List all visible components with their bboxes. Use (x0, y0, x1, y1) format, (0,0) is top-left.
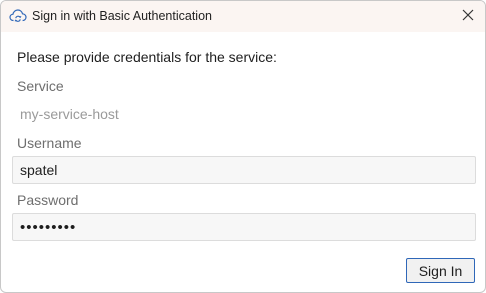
dialog-title: Sign in with Basic Authentication (32, 9, 212, 23)
cloud-sync-icon (9, 8, 27, 24)
password-label: Password (17, 192, 79, 208)
password-field[interactable] (12, 213, 476, 241)
username-label: Username (17, 135, 82, 151)
username-field[interactable] (12, 156, 476, 184)
title-bar: Sign in with Basic Authentication (1, 1, 485, 32)
close-button[interactable] (451, 1, 485, 32)
sign-in-dialog: Sign in with Basic Authentication Please… (0, 0, 486, 293)
service-value: my-service-host (20, 106, 119, 122)
credentials-prompt: Please provide credentials for the servi… (17, 49, 277, 65)
dialog-content: Please provide credentials for the servi… (1, 32, 485, 292)
sign-in-button[interactable]: Sign In (406, 258, 475, 283)
close-icon (462, 8, 474, 26)
service-label: Service (17, 78, 64, 94)
